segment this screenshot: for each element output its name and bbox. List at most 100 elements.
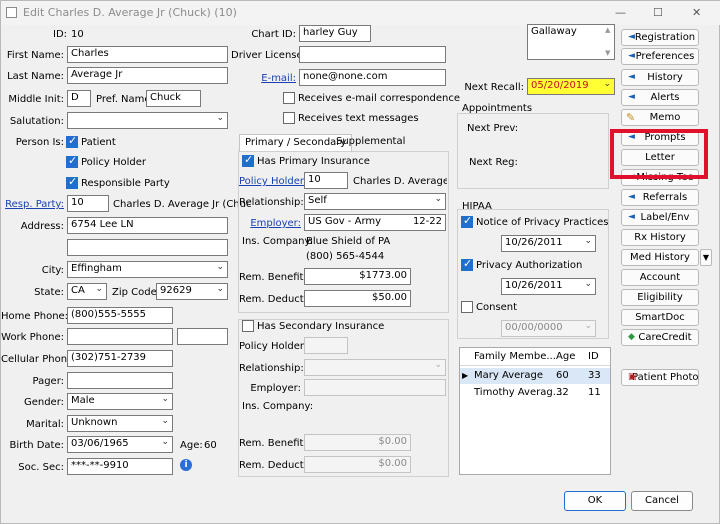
rx-history-button[interactable]: Rx History (621, 229, 699, 246)
marital-select[interactable]: Unknown ⌄ (67, 415, 173, 432)
maximize-button[interactable]: ☐ (653, 6, 663, 19)
notice-date-select[interactable]: 10/26/2011 ⌄ (501, 235, 596, 252)
secondary-rem-benefits[interactable]: $0.00 (304, 434, 411, 451)
pager-field[interactable] (67, 372, 173, 389)
cell-phone-field[interactable]: (302)751-2739 (67, 350, 173, 367)
address2-field[interactable] (67, 239, 228, 256)
primary-rem-deduct[interactable]: $50.00 (304, 290, 411, 307)
preferences-label: Preferences (635, 51, 695, 62)
app-icon (6, 7, 17, 18)
zip-select[interactable]: 92629 ⌄ (156, 283, 228, 300)
notice-privacy-checkbox[interactable] (461, 214, 473, 228)
home-phone-field[interactable]: (800)555-5555 (67, 307, 173, 324)
primary-relationship-select[interactable]: Self ⌄ (304, 193, 446, 210)
patient-checkbox[interactable] (66, 134, 78, 148)
email-link[interactable]: E-mail: (231, 73, 296, 84)
marital-value: Unknown (71, 417, 118, 428)
smartdoc-button[interactable]: SmartDoc (621, 309, 699, 326)
work-ext-field[interactable] (177, 328, 228, 345)
next-recall-select[interactable]: 05/20/2019 ⌄ (527, 78, 615, 95)
history-button[interactable]: ◄ History (621, 69, 699, 86)
preferences-button[interactable]: ◄ Preferences (621, 48, 699, 65)
info-icon[interactable]: i (180, 459, 192, 471)
last-name-field[interactable]: Average Jr (67, 67, 228, 84)
salutation-label: Salutation: (9, 116, 64, 127)
birth-date-select[interactable]: 03/06/1965 ⌄ (67, 436, 173, 453)
birth-date-value: 03/06/1965 (71, 438, 129, 449)
label-env-button[interactable]: ◄ Label/Env (621, 209, 699, 226)
ssn-field[interactable]: ***-**-9910 (67, 458, 173, 475)
city-select[interactable]: Effingham ⌄ (67, 261, 228, 278)
responsible-party-checkbox[interactable] (66, 175, 78, 189)
middle-init-field[interactable]: D (67, 90, 91, 107)
policy-holder-checkbox[interactable] (66, 154, 78, 168)
arrow-icon: ◄ (628, 72, 635, 82)
birth-date-label: Birth Date: (9, 440, 64, 451)
pref-name-field[interactable]: Chuck (146, 90, 201, 107)
med-history-button[interactable]: Med History (621, 249, 699, 266)
minimize-button[interactable]: — (615, 6, 626, 19)
zip-value: 92629 (160, 285, 192, 296)
cancel-button[interactable]: Cancel (631, 491, 693, 511)
memo-button[interactable]: ✎ Memo (621, 109, 699, 126)
state-select[interactable]: CA ⌄ (67, 283, 107, 300)
secondary-rem-deduct[interactable]: $0.00 (304, 456, 411, 473)
family-members-grid[interactable]: Family Membe... Age ID ▶ Mary Average 60… (459, 347, 611, 475)
family-row-id: 11 (588, 387, 601, 398)
privacy-auth-checkbox[interactable] (461, 257, 473, 271)
table-row[interactable]: ▶ Mary Average 60 33 (460, 368, 610, 384)
first-name-field[interactable]: Charles (67, 46, 228, 63)
consent-date-value: 00/00/0000 (505, 322, 563, 333)
tab-supplemental[interactable]: Supplemental (331, 134, 410, 152)
primary-employer-field[interactable]: US Gov - Army 12-22 (304, 214, 446, 231)
registration-button[interactable]: ◄ Registration (621, 29, 699, 46)
policy-holder-link[interactable]: Policy Holder: (239, 176, 307, 187)
policy-holder-label: Policy Holder (81, 157, 146, 168)
arrow-icon: ◄ (628, 92, 635, 102)
family-header-id[interactable]: ID (588, 351, 599, 362)
receives-text-checkbox[interactable] (283, 112, 295, 124)
salutation-select[interactable]: ⌄ (67, 112, 228, 129)
table-row[interactable]: Timothy Averag... 32 11 (460, 385, 610, 401)
arrow-icon: ◄ (628, 192, 635, 202)
primary-policy-holder-id[interactable]: 10 (304, 172, 348, 189)
consent-checkbox[interactable] (461, 301, 473, 313)
has-primary-checkbox[interactable] (242, 153, 254, 167)
family-grid-header: Family Membe... Age ID (460, 348, 610, 366)
consent-date-select[interactable]: 00/00/0000 ⌄ (501, 320, 596, 337)
family-header-name[interactable]: Family Membe... (474, 351, 556, 362)
driver-license-field[interactable] (299, 46, 446, 63)
receives-email-label: Receives e-mail correspondence (298, 93, 461, 104)
family-header-age[interactable]: Age (556, 351, 575, 362)
med-history-dropdown-icon[interactable]: ▼ (700, 249, 712, 266)
alerts-button[interactable]: ◄ Alerts (621, 89, 699, 106)
scroll-up-icon[interactable]: ▲ (605, 26, 610, 34)
receives-email-checkbox[interactable] (283, 92, 295, 104)
resp-party-link[interactable]: Resp. Party: (1, 199, 64, 210)
email-field[interactable]: none@none.com (299, 69, 446, 86)
letter-highlight-annotation (610, 129, 708, 179)
secondary-relationship-select[interactable]: ⌄ (304, 359, 446, 376)
close-button[interactable]: ✕ (692, 6, 701, 19)
carecredit-button[interactable]: ◆ CareCredit (621, 329, 699, 346)
ok-button[interactable]: OK (564, 491, 626, 511)
secondary-employer-field[interactable] (304, 379, 446, 396)
chevron-down-icon: ⌄ (584, 321, 592, 331)
gender-select[interactable]: Male ⌄ (67, 393, 173, 410)
privacy-auth-date-select[interactable]: 10/26/2011 ⌄ (501, 278, 596, 295)
employer-link[interactable]: Employer: (239, 218, 301, 229)
has-secondary-checkbox[interactable] (242, 320, 254, 332)
address1-field[interactable]: 6754 Lee LN (67, 217, 228, 234)
primary-rem-benefits[interactable]: $1773.00 (304, 268, 411, 285)
account-button[interactable]: Account (621, 269, 699, 286)
responsible-party-label: Responsible Party (81, 178, 170, 189)
resp-party-id-field[interactable]: 10 (67, 195, 109, 212)
work-phone-field[interactable] (67, 328, 173, 345)
chart-id-field[interactable]: harley Guy (299, 25, 371, 42)
referrals-button[interactable]: ◄ Referrals (621, 189, 699, 206)
note-box[interactable]: Gallaway (527, 24, 615, 60)
scroll-down-icon[interactable]: ▼ (605, 49, 610, 57)
patient-photo-button[interactable]: ▣ Patient Photo (621, 369, 699, 386)
secondary-policy-holder-field[interactable] (304, 337, 348, 354)
eligibility-button[interactable]: Eligibility (621, 289, 699, 306)
